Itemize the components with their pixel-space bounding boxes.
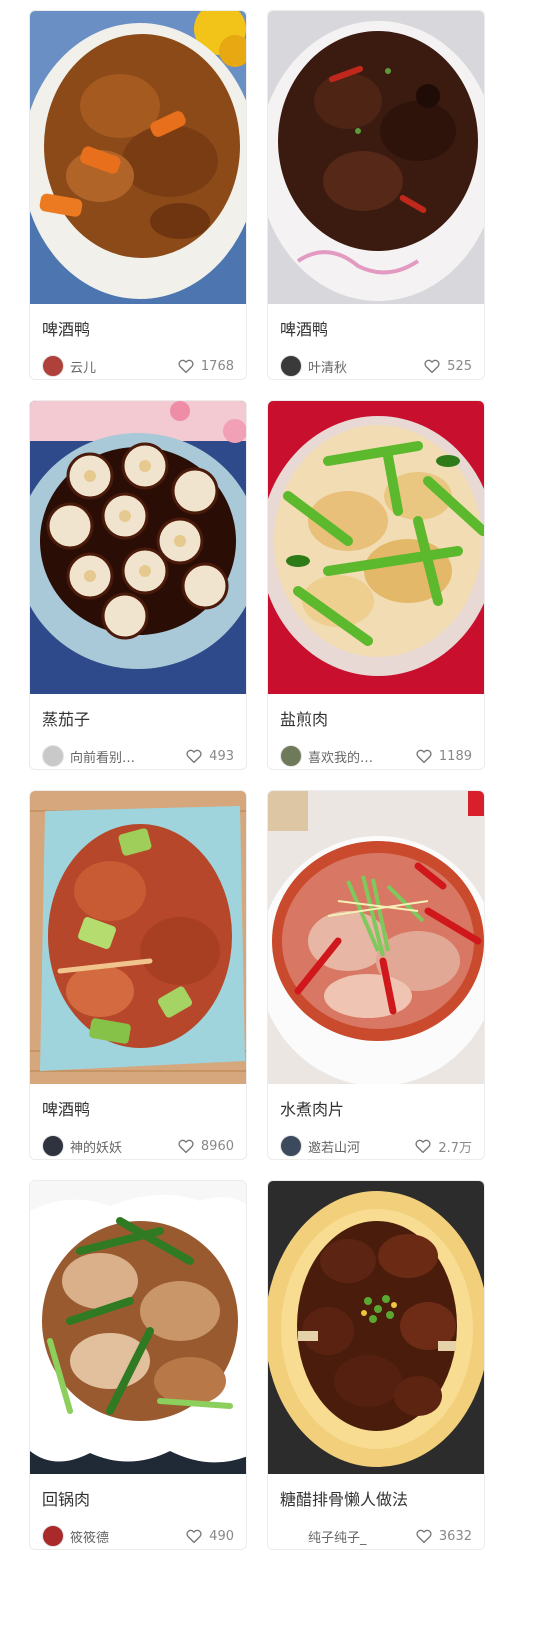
heart-icon[interactable] [185,1527,203,1545]
like-button[interactable]: 2.7万 [414,1137,472,1156]
author-name[interactable]: 喜欢我的… [308,747,415,766]
author-name[interactable]: 邀若山河 [308,1137,414,1156]
recipe-title[interactable]: 蒸茄子 [42,706,90,730]
recipe-photo[interactable] [30,1181,246,1474]
author-name[interactable]: 云儿 [70,357,177,376]
heart-icon[interactable] [415,1527,433,1545]
recipe-meta: 云儿 1768 [42,354,234,378]
author-name[interactable]: 纯子纯子_ [308,1527,415,1546]
like-count: 1189 [438,748,472,764]
recipe-card[interactable]: 盐煎肉 喜欢我的… 1189 [267,400,485,770]
like-button[interactable]: 8960 [177,1137,234,1155]
like-button[interactable]: 1189 [415,747,472,765]
recipe-meta: 邀若山河 2.7万 [280,1134,472,1158]
like-button[interactable]: 1768 [177,357,234,375]
recipe-title[interactable]: 啤酒鸭 [42,316,90,340]
like-button[interactable]: 3632 [415,1527,472,1545]
recipe-meta: 叶清秋 525 [280,354,472,378]
author-avatar[interactable] [280,355,302,377]
heart-icon[interactable] [423,357,441,375]
recipe-photo[interactable] [30,791,246,1084]
author-name[interactable]: 叶清秋 [308,357,423,376]
recipe-photo[interactable] [30,11,246,304]
recipe-title[interactable]: 盐煎肉 [280,706,328,730]
recipe-meta: 神的妖妖 8960 [42,1134,234,1158]
recipe-card[interactable]: 啤酒鸭 神的妖妖 8960 [29,790,247,1160]
recipe-card[interactable]: 蒸茄子 向前看别… 493 [29,400,247,770]
author-avatar[interactable] [42,1525,64,1547]
recipe-photo[interactable] [30,401,246,694]
author-name[interactable]: 向前看别… [70,747,185,766]
recipe-card[interactable]: 回锅肉 筱筱德 490 [29,1180,247,1550]
heart-icon[interactable] [415,747,433,765]
heart-icon[interactable] [185,747,203,765]
recipe-title[interactable]: 啤酒鸭 [42,1096,90,1120]
heart-icon[interactable] [414,1137,432,1155]
recipe-feed-grid: 啤酒鸭 云儿 1768 啤酒鸭 叶清秋 525 蒸茄子 向前看别… 493 盐煎… [0,0,539,1643]
author-name[interactable]: 神的妖妖 [70,1137,177,1156]
recipe-meta: 向前看别… 493 [42,744,234,768]
recipe-photo[interactable] [268,401,484,694]
like-count: 8960 [200,1138,234,1154]
heart-icon[interactable] [177,357,195,375]
like-count: 1768 [200,358,234,374]
recipe-card[interactable]: 啤酒鸭 云儿 1768 [29,10,247,380]
recipe-card[interactable]: 水煮肉片 邀若山河 2.7万 [267,790,485,1160]
recipe-meta: 筱筱德 490 [42,1524,234,1548]
heart-icon[interactable] [177,1137,195,1155]
like-button[interactable]: 493 [185,747,234,765]
like-count: 3632 [438,1528,472,1544]
recipe-card[interactable]: 糖醋排骨懒人做法 纯子纯子_ 3632 [267,1180,485,1550]
author-avatar[interactable] [42,1135,64,1157]
recipe-photo[interactable] [268,1181,484,1474]
like-count: 525 [447,358,472,374]
recipe-title[interactable]: 啤酒鸭 [280,316,328,340]
author-avatar[interactable] [42,355,64,377]
like-count: 2.7万 [438,1140,472,1156]
like-button[interactable]: 490 [185,1527,234,1545]
like-button[interactable]: 525 [423,357,472,375]
recipe-title[interactable]: 糖醋排骨懒人做法 [280,1486,408,1510]
like-count: 490 [209,1528,234,1544]
recipe-card[interactable]: 啤酒鸭 叶清秋 525 [267,10,485,380]
author-avatar[interactable] [42,745,64,767]
author-avatar[interactable] [280,1135,302,1157]
recipe-photo[interactable] [268,11,484,304]
recipe-title[interactable]: 水煮肉片 [280,1096,344,1120]
recipe-photo[interactable] [268,791,484,1084]
recipe-title[interactable]: 回锅肉 [42,1486,90,1510]
recipe-meta: 喜欢我的… 1189 [280,744,472,768]
like-count: 493 [209,748,234,764]
author-name[interactable]: 筱筱德 [70,1527,185,1546]
recipe-meta: 纯子纯子_ 3632 [280,1524,472,1548]
author-avatar[interactable] [280,745,302,767]
